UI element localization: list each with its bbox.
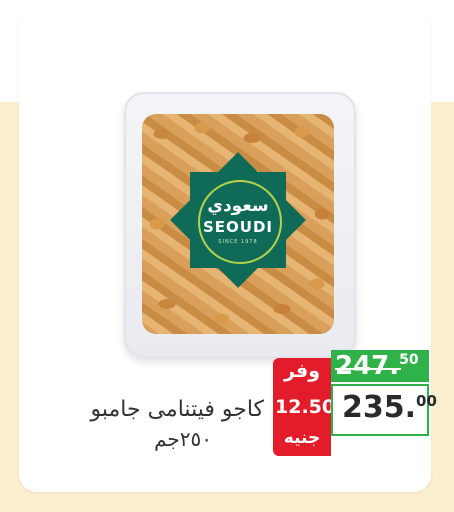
brand-arabic: سعودي (207, 196, 269, 216)
currency-label: جنيه (283, 428, 321, 448)
brand-tagline: SINCE 1978 (218, 239, 258, 245)
new-price: 235.00 (342, 390, 437, 425)
brand-latin: SEOUDI (202, 218, 273, 236)
product-weight: ٢٥٠جم (154, 427, 212, 451)
old-price-dec: 50 (399, 352, 419, 368)
save-amount: 12.50 (275, 396, 336, 418)
product-name: كاجو فيتنامى جامبو (90, 397, 264, 422)
brand-logo: سعودي SEOUDI SINCE 1978 (170, 152, 306, 288)
old-price: 247.50 (335, 350, 419, 382)
old-price-int: 247. (335, 351, 400, 381)
save-label: وفر (283, 360, 321, 382)
new-price-int: 235. (342, 390, 417, 425)
new-price-dec: 00 (416, 392, 437, 410)
product-image[interactable]: سعودي SEOUDI SINCE 1978 (124, 92, 356, 358)
